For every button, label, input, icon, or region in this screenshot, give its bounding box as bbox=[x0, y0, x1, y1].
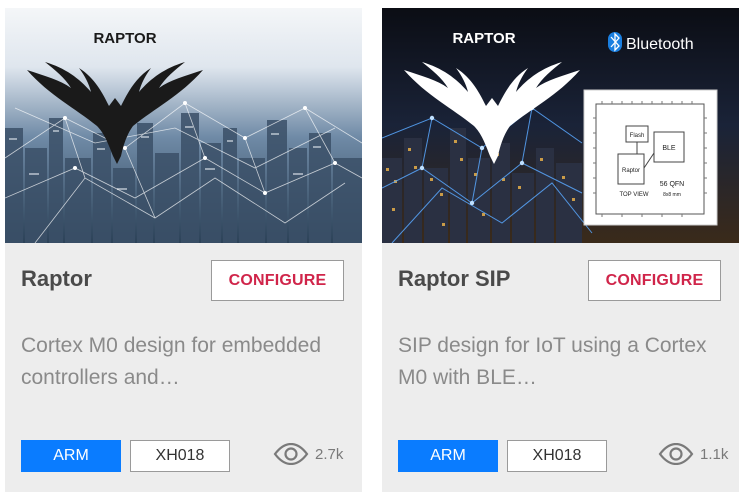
image-label: RAPTOR bbox=[93, 30, 156, 47]
tag-xh018[interactable]: XH018 bbox=[130, 440, 230, 472]
tag-xh018[interactable]: XH018 bbox=[507, 440, 607, 472]
product-card-raptor-sip[interactable]: RAPTOR Bluetooth Flash BLE Raptor TOP VI… bbox=[382, 8, 739, 492]
diagram-top-view: TOP VIEW bbox=[619, 192, 648, 198]
diagram-ble: BLE bbox=[662, 145, 676, 152]
chip-diagram: Flash BLE Raptor TOP VIEW 56 QFN 8x8 mm bbox=[583, 89, 718, 226]
product-card-raptor[interactable]: RAPTOR Raptor CONFIGURE Cortex M0 design… bbox=[5, 8, 362, 492]
eye-icon bbox=[273, 443, 309, 465]
configure-button[interactable]: CONFIGURE bbox=[211, 260, 344, 301]
card-title[interactable]: Raptor SIP bbox=[398, 266, 510, 292]
card-image[interactable]: RAPTOR bbox=[5, 8, 362, 243]
card-description: Cortex M0 design for embedded controller… bbox=[21, 334, 321, 389]
card-image[interactable]: RAPTOR Bluetooth Flash BLE Raptor TOP VI… bbox=[382, 8, 739, 243]
configure-button[interactable]: CONFIGURE bbox=[588, 260, 721, 301]
card-description: SIP design for IoT using a Cortex M0 wit… bbox=[398, 334, 707, 389]
bluetooth-label: Bluetooth bbox=[626, 36, 694, 53]
diagram-size: 8x8 mm bbox=[663, 192, 681, 198]
view-count: 2.7k bbox=[273, 443, 343, 465]
view-count: 1.1k bbox=[658, 443, 728, 465]
eye-icon bbox=[658, 443, 694, 465]
diagram-package: 56 QFN bbox=[660, 181, 685, 188]
tag-arm[interactable]: ARM bbox=[21, 440, 121, 472]
tag-arm[interactable]: ARM bbox=[398, 440, 498, 472]
card-title[interactable]: Raptor bbox=[21, 266, 92, 292]
diagram-raptor: Raptor bbox=[622, 168, 640, 174]
view-count-value: 1.1k bbox=[700, 445, 729, 463]
image-label: RAPTOR bbox=[452, 30, 515, 47]
diagram-flash: Flash bbox=[630, 133, 645, 139]
view-count-value: 2.7k bbox=[315, 445, 344, 463]
